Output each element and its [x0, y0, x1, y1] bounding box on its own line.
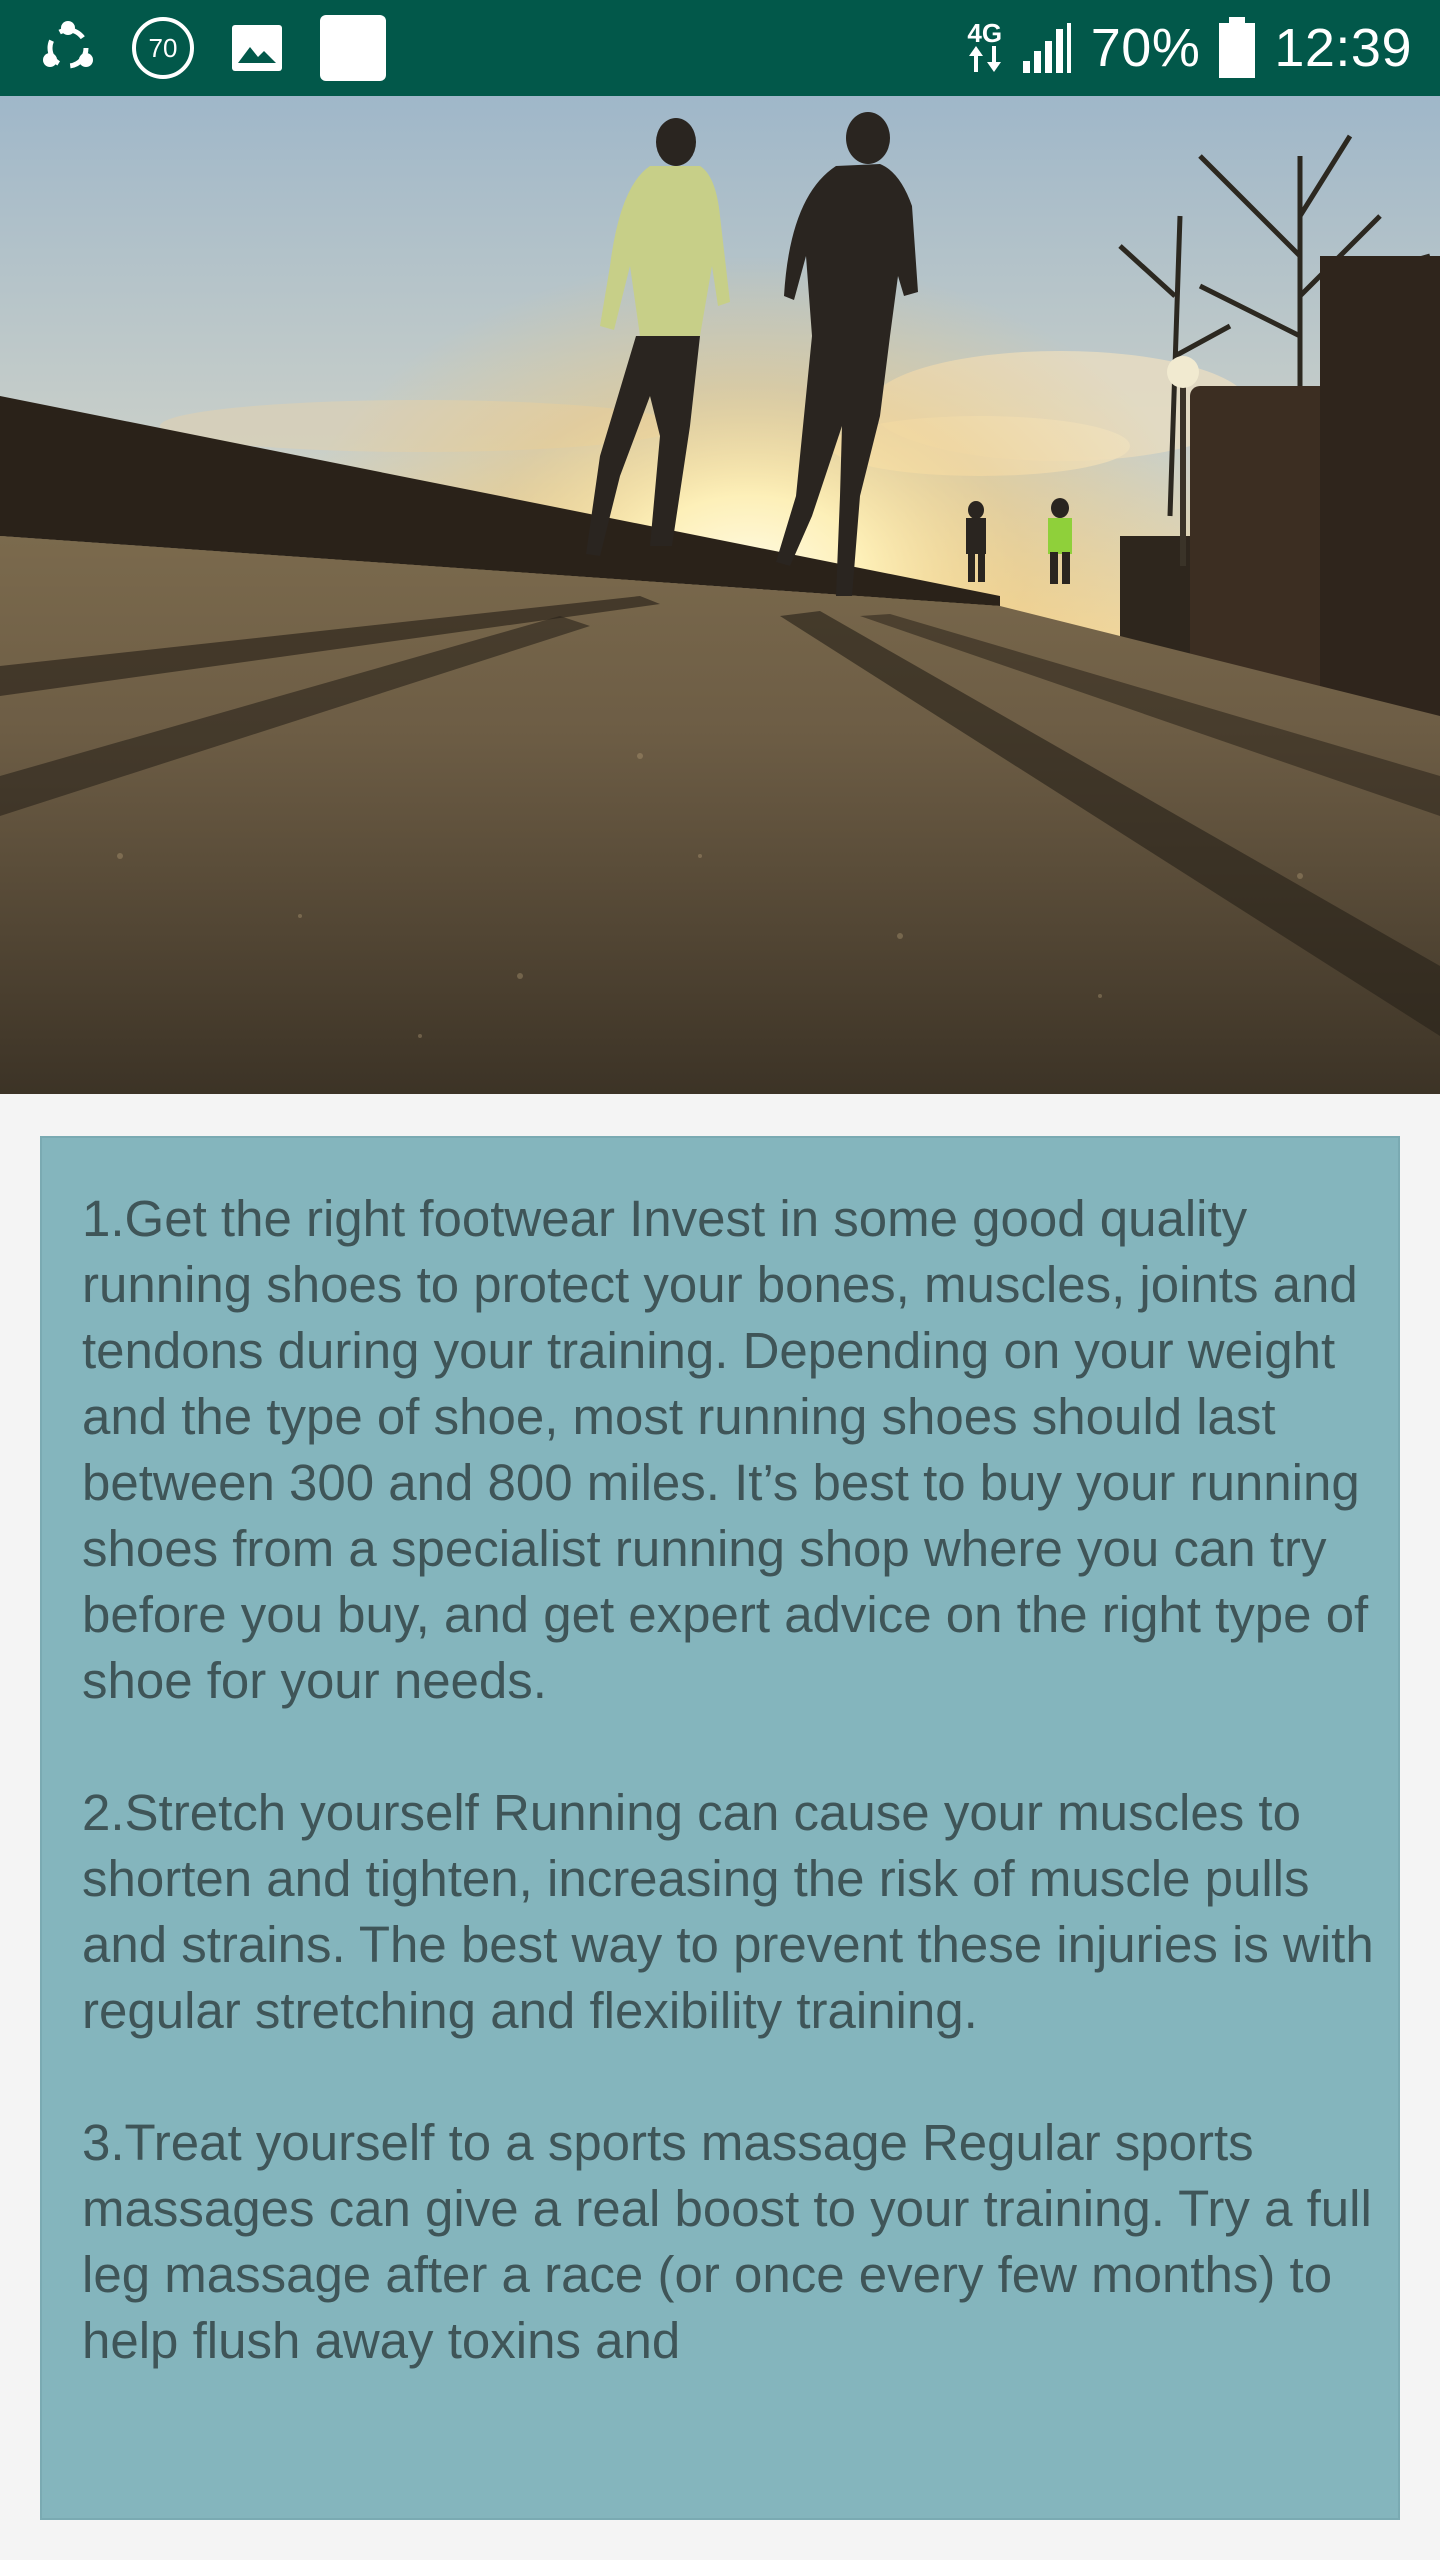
tips-text: 1.Get the right footwear Invest in some …	[82, 1186, 1382, 2476]
clock-time: 12:39	[1274, 18, 1412, 78]
status-bar: 70 4G 70% 12:39	[0, 0, 1440, 96]
hero-image-runners-sunset	[0, 96, 1440, 1094]
battery-icon	[1218, 17, 1256, 79]
battery-percent: 70%	[1090, 18, 1201, 78]
tip-paragraph-2: 2.Stretch yourself Running can cause you…	[82, 1784, 1374, 2039]
signal-strength-icon	[1021, 21, 1073, 75]
sync-icon	[40, 20, 96, 76]
tip-paragraph-1: 1.Get the right footwear Invest in some …	[82, 1190, 1369, 1709]
blank-app-icon	[320, 15, 386, 81]
data-transfer-icon: 4G	[967, 18, 1003, 74]
gallery-icon	[230, 21, 284, 75]
status-bar-right: 4G 70% 12:39	[949, 17, 1412, 79]
network-type-label: 4G	[967, 18, 1003, 48]
notification-70-icon: 70	[132, 17, 194, 79]
status-bar-left: 70	[40, 15, 422, 81]
tips-card: 1.Get the right footwear Invest in some …	[40, 1136, 1400, 2520]
tip-paragraph-3: 3.Treat yourself to a sports massage Reg…	[82, 2114, 1372, 2369]
